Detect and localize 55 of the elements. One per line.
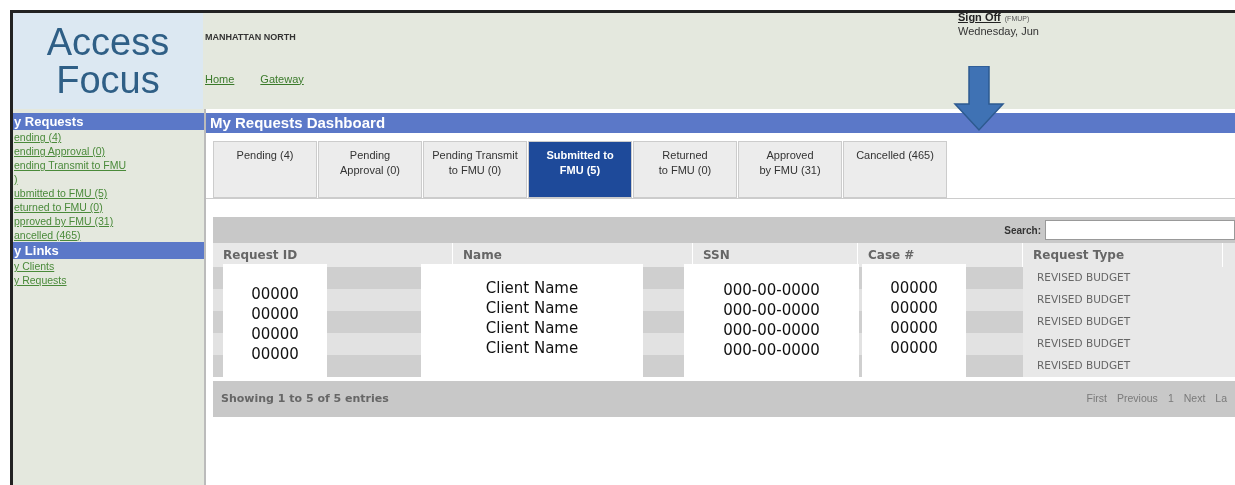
date-text: Wednesday, Jun [958,24,1039,39]
table-cell: Client Name [485,338,579,358]
sidebar-link[interactable]: ancelled (465) [13,228,204,242]
table-cell: 00000 [251,324,299,344]
nav-link[interactable]: Home [205,70,235,87]
search-field[interactable] [1045,220,1235,240]
status-tab[interactable]: Pending Approval (0) [318,141,422,198]
table-cell: REVISED BUDGET [1023,289,1235,311]
table-cell: REVISED BUDGET [1023,311,1235,333]
column-header[interactable]: Case # [868,246,915,264]
table-cell: 00000 [251,284,299,304]
table-cell: REVISED BUDGET [1023,267,1235,289]
office-name: MANHATTAN NORTH [205,31,297,44]
table-cell: REVISED BUDGET [1023,355,1235,377]
table-cell: Client Name [485,298,579,318]
column-header[interactable]: Request Type [1033,246,1125,264]
sidebar-link[interactable]: ubmitted to FMU (5) [13,186,204,200]
search-label: Search: [1004,223,1041,238]
sidebar-link[interactable]: pproved by FMU (31) [13,214,204,228]
sidebar-link[interactable]: ending Approval (0) [13,144,204,158]
table-cell: 00000 [251,304,299,324]
dashboard-title: My Requests Dashboard [206,113,1235,133]
column-header[interactable]: Name [463,246,502,264]
entries-info: Showing 1 to 5 of 5 entries [221,390,389,407]
sidebar-link[interactable]: ending (4) [13,130,204,144]
status-tab[interactable]: Pending (4) [213,141,317,198]
table-cell: 000-00-0000 [723,300,820,320]
table-cell: Client Name [485,318,579,338]
table-cell: 00000 [890,298,938,318]
status-tab[interactable]: Approved by FMU (31) [738,141,842,198]
column-header[interactable]: Request ID [223,246,298,264]
sign-off-link[interactable]: Sign Off [958,11,1001,25]
sidebar-link[interactable]: ending Transmit to FMU ) [13,158,204,186]
table-cell: 000-00-0000 [723,340,820,360]
sidebar-heading: y Requests [13,113,204,130]
table-cell: 000-00-0000 [723,320,820,340]
table-cell: REVISED BUDGET [1023,333,1235,355]
status-tab[interactable]: Cancelled (465) [843,141,947,198]
status-tab[interactable]: Returned to FMU (0) [633,141,737,198]
nav-link[interactable]: Gateway [260,70,304,87]
status-tab[interactable]: Pending Transmit to FMU (0) [423,141,527,198]
column-header[interactable]: SSN [703,246,730,264]
table-cell: Client Name [485,278,579,298]
logo: Access Focus [13,13,203,109]
down-arrow-icon [953,66,1005,132]
table-cell: 00000 [890,318,938,338]
status-tab[interactable]: Submitted to FMU (5) [528,141,632,198]
table-cell: 00000 [890,338,938,358]
sidebar-link[interactable]: y Clients [13,259,204,273]
sidebar-heading: y Links [13,242,204,259]
table-cell: 000-00-0000 [723,280,820,300]
sidebar-link[interactable]: eturned to FMU (0) [13,200,204,214]
sidebar-link[interactable]: y Requests [13,273,204,287]
table-cell: 00000 [890,278,938,298]
table-cell: 00000 [251,344,299,364]
